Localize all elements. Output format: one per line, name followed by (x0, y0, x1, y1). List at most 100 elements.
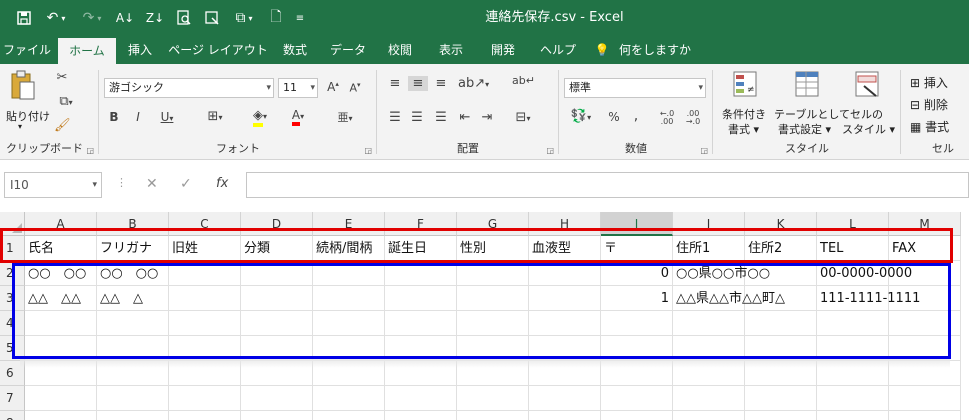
column-header-j[interactable]: J (673, 212, 745, 236)
insert-cells-button[interactable]: ⊞ 挿入 (910, 74, 948, 91)
merge-center-icon[interactable]: ⊟▾ (508, 110, 538, 125)
number-format-combo[interactable]: 標準 ▾ (564, 78, 706, 98)
cell-i8[interactable] (601, 411, 673, 420)
orientation-icon[interactable]: ab↗▾ (458, 76, 489, 91)
cell-a2[interactable]: ○○ ○○ (25, 261, 97, 286)
cell-m2[interactable] (889, 261, 961, 286)
tab-home[interactable]: ホーム (58, 38, 116, 64)
cell-e8[interactable] (313, 411, 385, 420)
row-header-1[interactable]: 1 (0, 236, 25, 261)
align-bottom-icon[interactable]: ≡ (432, 76, 450, 91)
decrease-font-icon[interactable]: A▾ (346, 81, 364, 95)
cell-e3[interactable] (313, 286, 385, 311)
column-header-c[interactable]: C (169, 212, 241, 236)
cell-a3[interactable]: △△ △△ (25, 286, 97, 311)
column-header-d[interactable]: D (241, 212, 313, 236)
tab-formulas[interactable]: 数式 (274, 36, 316, 64)
cancel-icon[interactable]: ✕ (146, 176, 158, 192)
italic-icon[interactable]: I (130, 110, 146, 124)
column-header-e[interactable]: E (313, 212, 385, 236)
cell-a1[interactable]: 氏名 (25, 236, 97, 261)
cell-f7[interactable] (385, 386, 457, 411)
cell-e7[interactable] (313, 386, 385, 411)
phonetic-icon[interactable]: 亜▾ (332, 109, 358, 125)
cell-h7[interactable] (529, 386, 601, 411)
font-launcher-icon[interactable]: ◲ (364, 146, 372, 155)
tab-insert[interactable]: 挿入 (118, 36, 162, 64)
cell-a4[interactable] (25, 311, 97, 336)
cell-m1[interactable]: FAX (889, 236, 961, 261)
fx-icon[interactable]: fx (216, 176, 228, 191)
cell-m8[interactable] (889, 411, 961, 420)
cell-g7[interactable] (457, 386, 529, 411)
column-header-a[interactable]: A (25, 212, 97, 236)
cell-a7[interactable] (25, 386, 97, 411)
cell-b1[interactable]: フリガナ (97, 236, 169, 261)
cell-c1[interactable]: 旧姓 (169, 236, 241, 261)
column-header-i[interactable]: I (601, 212, 673, 236)
cell-b8[interactable] (97, 411, 169, 420)
row-header-4[interactable]: 4 (0, 311, 25, 336)
tab-data[interactable]: データ (322, 36, 374, 64)
cell-i2[interactable]: 0 (601, 261, 673, 286)
cell-m3[interactable] (889, 286, 961, 311)
cell-f2[interactable] (385, 261, 457, 286)
cell-k1[interactable]: 住所2 (745, 236, 817, 261)
cell-c8[interactable] (169, 411, 241, 420)
cell-d2[interactable] (241, 261, 313, 286)
cell-g2[interactable] (457, 261, 529, 286)
tab-review[interactable]: 校閲 (378, 36, 422, 64)
cell-styles-label-2[interactable]: スタイル ▾ (842, 121, 895, 137)
align-left-icon[interactable]: ☰ (386, 110, 404, 125)
format-painter-icon[interactable]: 🖌 (54, 118, 71, 133)
cell-g8[interactable] (457, 411, 529, 420)
currency-icon[interactable]: 💱▾ (566, 109, 596, 124)
cell-m4[interactable] (889, 311, 961, 336)
align-center-icon[interactable]: ☰ (408, 110, 426, 125)
row-header-3[interactable]: 3 (0, 286, 25, 311)
cell-g3[interactable] (457, 286, 529, 311)
alignment-launcher-icon[interactable]: ◲ (546, 146, 554, 155)
format-as-table-label-1[interactable]: テーブルとして (774, 106, 850, 122)
cell-h1[interactable]: 血液型 (529, 236, 601, 261)
delete-cells-button[interactable]: ⊟ 削除 (910, 96, 948, 113)
bold-icon[interactable]: B (106, 110, 122, 124)
paste-icon[interactable] (8, 70, 38, 104)
cell-styles-label-1[interactable]: セルの (850, 106, 883, 122)
cell-f4[interactable] (385, 311, 457, 336)
cell-b3[interactable]: △△ △ (97, 286, 169, 311)
conditional-formatting-label-1[interactable]: 条件付き (722, 106, 766, 122)
increase-decimal-icon[interactable]: ←.0.00 (656, 110, 678, 126)
cell-c2[interactable] (169, 261, 241, 286)
cell-j8[interactable] (673, 411, 745, 420)
cell-h2[interactable] (529, 261, 601, 286)
cell-l8[interactable] (817, 411, 889, 420)
name-box[interactable]: I10 ▾ (4, 172, 102, 198)
worksheet-grid[interactable]: A B C D E F G H I J K L M 1 氏名 フリガナ 旧姓 分類 続柄/間柄 誕生日 性別 血液型〒住所… (0, 212, 969, 420)
enter-icon[interactable]: ✓ (180, 176, 192, 192)
cell-i4[interactable] (601, 311, 673, 336)
cell-k2[interactable] (745, 261, 817, 286)
cell-j3[interactable]: △△県△△市△△町△ (673, 286, 785, 311)
cell-j7[interactable] (673, 386, 745, 411)
column-header-g[interactable]: G (457, 212, 529, 236)
cell-m7[interactable] (889, 386, 961, 411)
percent-icon[interactable]: % (606, 110, 622, 124)
row-header-8[interactable]: 8 (0, 411, 25, 420)
cell-c3[interactable] (169, 286, 241, 311)
cell-a8[interactable] (25, 411, 97, 420)
cell-h8[interactable] (529, 411, 601, 420)
row-header-7[interactable]: 7 (0, 386, 25, 411)
cell-d8[interactable] (241, 411, 313, 420)
copy-icon[interactable]: ⧉▾ (54, 94, 78, 109)
number-launcher-icon[interactable]: ◲ (700, 146, 708, 155)
column-header-b[interactable]: B (97, 212, 169, 236)
tell-me-search[interactable]: 何をしますか (614, 36, 696, 64)
cell-k8[interactable] (745, 411, 817, 420)
cell-j2[interactable]: ○○県○○市○○ (673, 261, 770, 286)
cell-c4[interactable] (169, 311, 241, 336)
column-header-k[interactable]: K (745, 212, 817, 236)
paste-dropdown-icon[interactable]: ▾ (18, 122, 22, 131)
cell-l4[interactable] (817, 311, 889, 336)
cell-d7[interactable] (241, 386, 313, 411)
